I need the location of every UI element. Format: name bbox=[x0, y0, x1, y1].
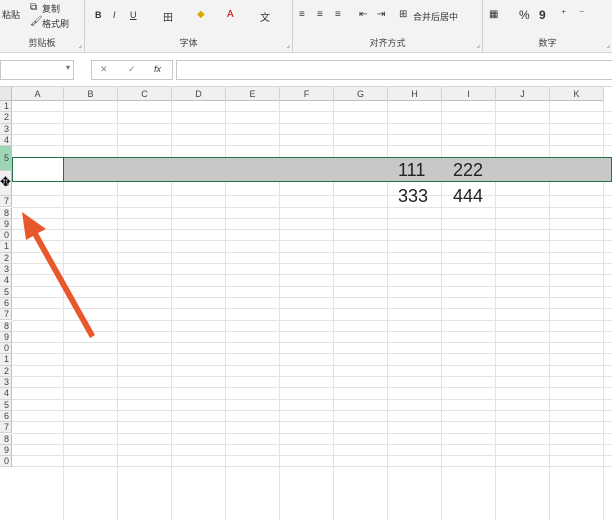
border-icon[interactable]: 田 bbox=[163, 9, 173, 24]
accounting-format-icon[interactable]: ▦ bbox=[489, 9, 498, 20]
dialog-launcher-icon[interactable]: ⌟ bbox=[79, 41, 82, 49]
font-color-icon[interactable]: A bbox=[227, 9, 234, 20]
decrease-indent-icon[interactable]: ⇤ bbox=[359, 9, 367, 20]
chevron-down-icon[interactable]: ▾ bbox=[66, 63, 70, 72]
number-group: ▦ % 9 ⁺ ⁻ 数字 ⌟ bbox=[483, 0, 612, 52]
alignment-group: ≡ ≡ ≡ ⇤ ⇥ ⊞ 合并后居中 对齐方式 ⌟ bbox=[293, 0, 483, 52]
align-right-icon[interactable]: ≡ bbox=[335, 9, 341, 20]
fill-color-icon[interactable]: ◆ bbox=[197, 9, 205, 20]
annotation-arrow-icon bbox=[22, 212, 95, 338]
comma-style-button[interactable]: 9 bbox=[539, 8, 546, 22]
ribbon: 粘贴 ⧉ 复制 🖌 格式刷 剪贴板 ⌟ B I U 田 ◆ A 文 字体 ⌟ ≡… bbox=[0, 0, 612, 53]
format-painter-icon: 🖌 bbox=[30, 16, 43, 27]
bold-button[interactable]: B bbox=[95, 10, 102, 20]
underline-button[interactable]: U bbox=[130, 10, 137, 20]
formula-bar: ▾ ✕ ✓ fx bbox=[0, 53, 612, 87]
decrease-decimal-icon[interactable]: ⁻ bbox=[579, 9, 584, 20]
formula-buttons: ✕ ✓ fx bbox=[91, 60, 173, 80]
copy-button[interactable]: 复制 bbox=[42, 2, 60, 15]
dialog-launcher-icon[interactable]: ⌟ bbox=[477, 41, 480, 49]
worksheet-grid[interactable]: ABCDEFGHIJK 1234567890123456789012345678… bbox=[0, 87, 612, 520]
paste-button[interactable]: 粘贴 bbox=[2, 8, 20, 21]
number-group-label: 数字 bbox=[538, 38, 557, 48]
align-left-icon[interactable]: ≡ bbox=[299, 9, 305, 20]
cancel-icon[interactable]: ✕ bbox=[100, 64, 108, 75]
font-group: B I U 田 ◆ A 文 字体 ⌟ bbox=[85, 0, 293, 52]
format-painter-button[interactable]: 格式刷 bbox=[42, 17, 69, 30]
confirm-icon[interactable]: ✓ bbox=[128, 64, 136, 75]
percent-button[interactable]: % bbox=[519, 8, 530, 22]
dialog-launcher-icon[interactable]: ⌟ bbox=[607, 41, 610, 49]
merge-icon[interactable]: ⊞ bbox=[399, 9, 407, 20]
font-group-label: 字体 bbox=[179, 38, 198, 48]
increase-decimal-icon[interactable]: ⁺ bbox=[561, 9, 566, 20]
name-box[interactable]: ▾ bbox=[0, 60, 74, 80]
italic-button[interactable]: I bbox=[113, 10, 116, 20]
insert-function-button[interactable]: fx bbox=[154, 64, 161, 74]
alignment-group-label: 对齐方式 bbox=[369, 38, 406, 48]
increase-indent-icon[interactable]: ⇥ bbox=[377, 9, 385, 20]
dialog-launcher-icon[interactable]: ⌟ bbox=[287, 41, 290, 49]
clipboard-group-label: 剪贴板 bbox=[28, 38, 56, 48]
clipboard-group: 粘贴 ⧉ 复制 🖌 格式刷 剪贴板 ⌟ bbox=[0, 0, 85, 52]
align-center-icon[interactable]: ≡ bbox=[317, 9, 323, 20]
merge-center-button[interactable]: 合并后居中 bbox=[413, 10, 458, 23]
phonetic-icon[interactable]: 文 bbox=[260, 9, 270, 24]
copy-icon: ⧉ bbox=[30, 2, 38, 13]
formula-input[interactable] bbox=[176, 60, 612, 80]
